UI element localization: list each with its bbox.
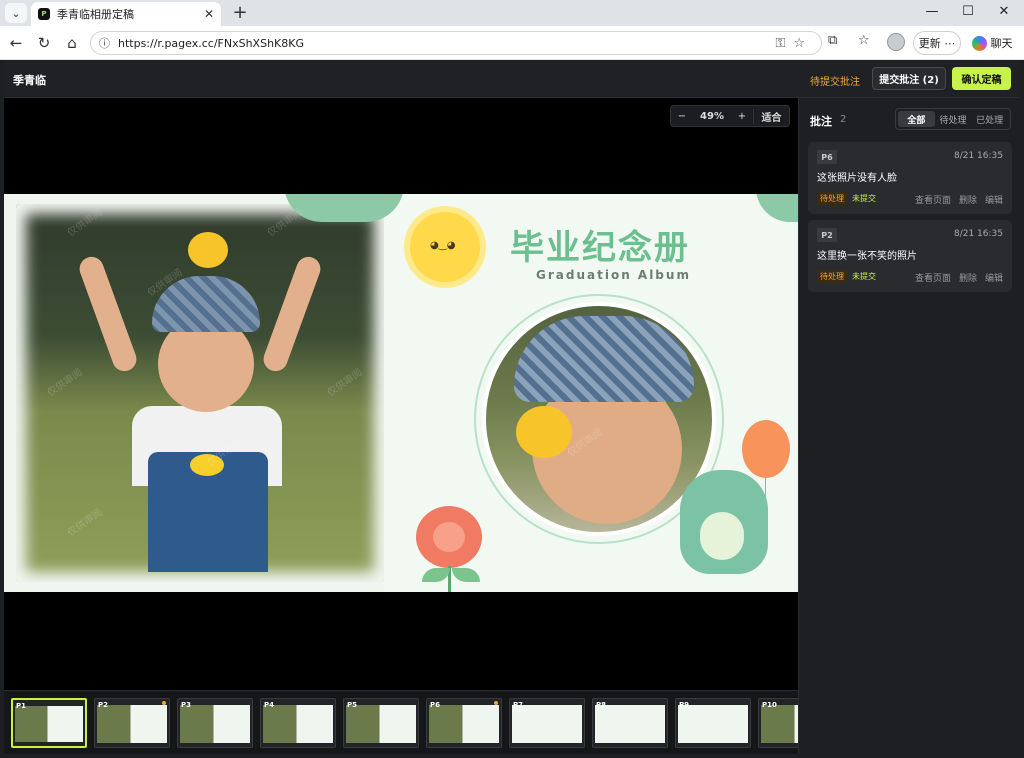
comment-dot-icon <box>162 701 166 705</box>
balloon-sticker <box>742 420 790 478</box>
zoom-fit-button[interactable]: 适合 <box>753 108 789 124</box>
address-input[interactable]: ⓘ https://r.pagex.cc/FNxShXShK8KG ⚿☆ <box>90 31 822 55</box>
chat-button[interactable]: 聊天 <box>966 31 1018 55</box>
comments-header: 批注 2 全部 待处理 已处理 <box>799 98 1021 140</box>
boy-photo-left <box>124 276 284 572</box>
edit-link[interactable]: 编辑 <box>985 271 1003 284</box>
filter-pending[interactable]: 待处理 <box>935 111 972 127</box>
submit-status-badge: 未提交 <box>852 272 876 281</box>
comments-title: 批注 <box>810 115 832 128</box>
url-text: https://r.pagex.cc/FNxShXShK8KG <box>118 36 304 50</box>
comment-card[interactable]: P2 8/21 16:35 这里换一张不笑的照片 待处理 未提交 查看页面 删除… <box>808 220 1012 292</box>
comments-count: 2 <box>840 114 847 125</box>
edit-link[interactable]: 编辑 <box>985 193 1003 206</box>
status-badge: 待处理 <box>817 270 847 283</box>
comment-dot-icon <box>494 701 498 705</box>
minimize-icon[interactable]: — <box>914 0 950 24</box>
tab-list-chevron-icon[interactable]: ⌄ <box>5 3 27 23</box>
zoom-in-button[interactable]: + <box>731 111 753 122</box>
page-canvas[interactable]: − 49% + 适合 ◕‿◕ 毕业纪念册 Graduation Album 仅供… <box>4 98 798 690</box>
tab-close-icon[interactable]: ✕ <box>204 7 214 21</box>
tab-title: 季青临相册定稿 <box>57 8 134 21</box>
page-thumbnail[interactable]: P7 <box>509 698 585 748</box>
browser-tab-strip: ⌄ P 季青临相册定稿 ✕ + — ☐ ✕ <box>0 0 1024 26</box>
page-thumbnail[interactable]: P9 <box>675 698 751 748</box>
comment-page-tag: P2 <box>817 228 837 242</box>
address-actions-icon[interactable]: ⚿☆ <box>775 36 813 51</box>
comments-panel: 批注 2 全部 待处理 已处理 P6 8/21 16:35 这张照片没有人脸 待… <box>798 98 1020 754</box>
reload-icon[interactable]: ↻ <box>34 33 54 53</box>
favorites-icon[interactable]: ☆ <box>858 33 870 48</box>
flower-sticker <box>416 506 482 568</box>
page-filmstrip: P1 P2 P3 P4 P5 P6 P7 P8 P9 P10 <box>4 690 798 754</box>
submit-status-badge: 未提交 <box>852 194 876 203</box>
home-icon[interactable]: ⌂ <box>62 33 82 53</box>
dinosaur-sticker <box>680 470 768 574</box>
album-title: 毕业纪念册 <box>510 228 690 268</box>
page-thumbnail[interactable]: P8 <box>592 698 668 748</box>
comment-text: 这张照片没有人脸 <box>817 173 897 184</box>
browser-toolbar: ← ↻ ⌂ ⓘ https://r.pagex.cc/FNxShXShK8KG … <box>0 26 1024 60</box>
filter-all[interactable]: 全部 <box>898 111 935 127</box>
zoom-out-button[interactable]: − <box>671 111 693 122</box>
page-thumbnail[interactable]: P2 <box>94 698 170 748</box>
browser-tab[interactable]: P 季青临相册定稿 ✕ <box>31 2 221 26</box>
profile-avatar[interactable] <box>887 33 905 51</box>
sun-sticker: ◕‿◕ <box>410 212 480 282</box>
maximize-icon[interactable]: ☐ <box>950 0 986 24</box>
chat-label: 聊天 <box>990 37 1013 50</box>
comment-filter-tabs: 全部 待处理 已处理 <box>895 108 1011 130</box>
window-close-icon[interactable]: ✕ <box>986 0 1022 24</box>
comment-page-tag: P6 <box>817 150 837 164</box>
page-title: 季青临 <box>13 74 46 87</box>
filter-resolved[interactable]: 已处理 <box>971 111 1008 127</box>
album-subtitle: Graduation Album <box>536 268 691 282</box>
site-favicon-icon: P <box>38 8 50 20</box>
update-label: 更新 <box>918 37 941 50</box>
page-thumbnail[interactable]: P1 <box>11 698 87 748</box>
proof-app: 季青临 待提交批注 提交批注 (2) 确认定稿 − 49% + 适合 ◕‿◕ 毕… <box>4 60 1020 754</box>
site-info-icon[interactable]: ⓘ <box>99 35 110 51</box>
zoom-control: − 49% + 适合 <box>670 105 790 127</box>
view-page-link[interactable]: 查看页面 <box>915 271 951 284</box>
lemon-on-head <box>188 232 228 268</box>
extensions-icon[interactable]: ⧉ <box>828 33 837 48</box>
back-arrow-icon[interactable]: ← <box>6 33 26 53</box>
page-thumbnail[interactable]: P5 <box>343 698 419 748</box>
comment-text: 这里换一张不笑的照片 <box>817 251 917 262</box>
delete-link[interactable]: 删除 <box>959 193 977 206</box>
zoom-level: 49% <box>700 110 724 122</box>
app-header: 季青临 待提交批注 提交批注 (2) 确认定稿 <box>4 60 1020 98</box>
new-tab-icon[interactable]: + <box>229 2 251 24</box>
page-thumbnail[interactable]: P3 <box>177 698 253 748</box>
pending-comments-link[interactable]: 待提交批注 <box>810 73 860 88</box>
page-thumbnail[interactable]: P10 <box>758 698 798 748</box>
comment-time: 8/21 16:35 <box>953 229 1003 239</box>
comment-card[interactable]: P6 8/21 16:35 这张照片没有人脸 待处理 未提交 查看页面 删除 编… <box>808 142 1012 214</box>
copilot-icon <box>971 35 987 51</box>
status-badge: 待处理 <box>817 192 847 205</box>
comment-time: 8/21 16:35 <box>953 151 1003 161</box>
view-page-link[interactable]: 查看页面 <box>915 193 951 206</box>
submit-comments-button[interactable]: 提交批注 (2) <box>872 67 946 90</box>
confirm-final-button[interactable]: 确认定稿 <box>952 67 1011 90</box>
delete-link[interactable]: 删除 <box>959 271 977 284</box>
album-spread: ◕‿◕ 毕业纪念册 Graduation Album 仅供审阅 仅供审阅 仅供审… <box>4 194 798 592</box>
page-thumbnail[interactable]: P4 <box>260 698 336 748</box>
update-button[interactable]: 更新 ⋯ <box>913 31 961 55</box>
page-thumbnail[interactable]: P6 <box>426 698 502 748</box>
